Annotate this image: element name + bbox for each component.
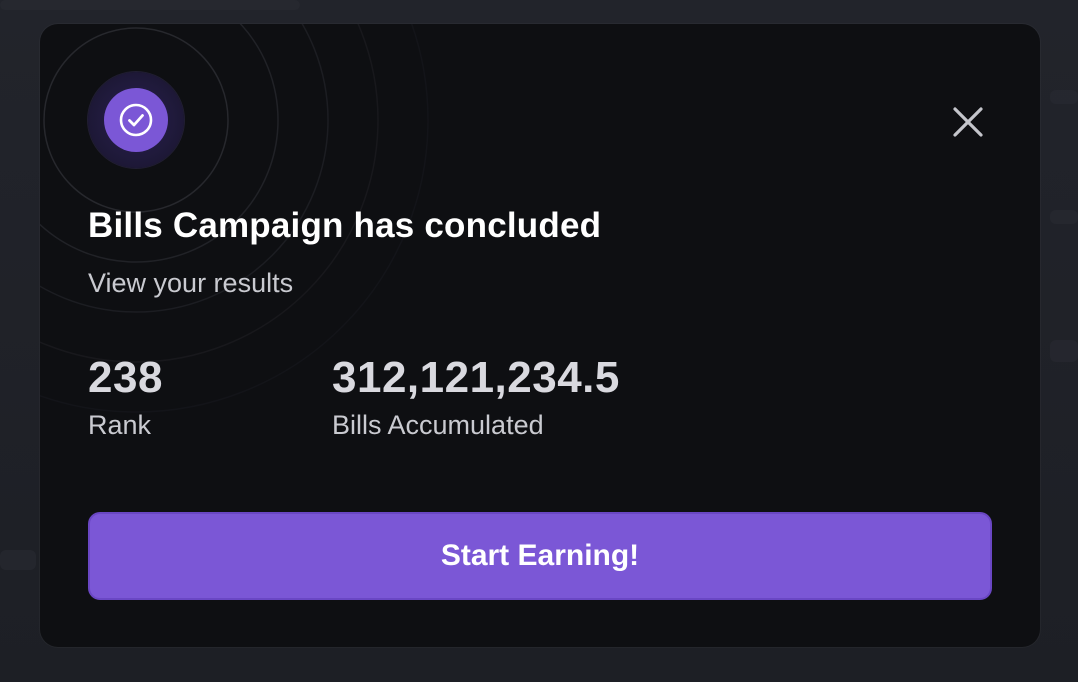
bills-stat: 312,121,234.5 Bills Accumulated <box>332 353 620 441</box>
success-badge <box>88 72 184 168</box>
check-circle-icon <box>119 103 153 137</box>
backdrop-shape <box>1050 340 1078 362</box>
bills-value: 312,121,234.5 <box>332 353 620 402</box>
backdrop-shape <box>1050 90 1078 104</box>
start-earning-button[interactable]: Start Earning! <box>88 512 992 600</box>
campaign-results-modal: Bills Campaign has concluded View your r… <box>40 24 1040 647</box>
close-icon <box>953 107 983 137</box>
rank-stat: 238 Rank <box>88 353 163 441</box>
close-button[interactable] <box>944 98 992 146</box>
success-badge-inner <box>104 88 168 152</box>
backdrop-shape <box>0 550 36 570</box>
backdrop-shape <box>0 0 300 10</box>
bills-label: Bills Accumulated <box>332 410 544 441</box>
modal-subtitle: View your results <box>88 268 294 298</box>
modal-title: Bills Campaign has concluded <box>88 206 602 245</box>
rank-value: 238 <box>88 353 163 402</box>
rank-label: Rank <box>88 410 152 441</box>
backdrop-shape <box>1050 210 1078 224</box>
